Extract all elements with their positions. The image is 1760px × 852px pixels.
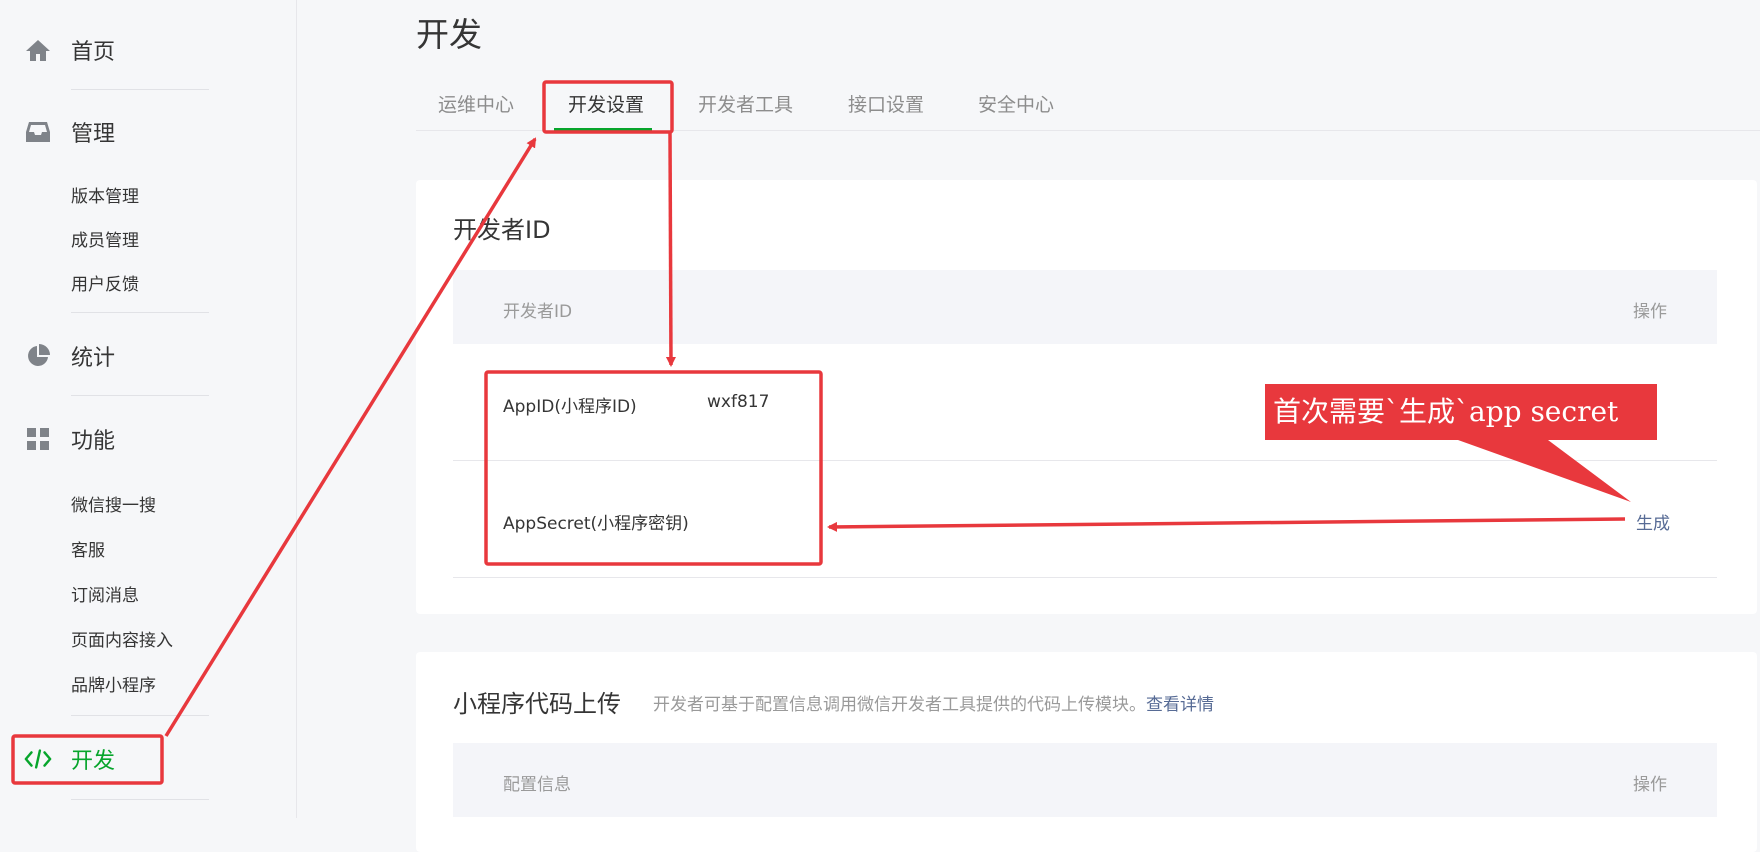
- grid-icon: [24, 425, 52, 453]
- divider: [71, 715, 209, 716]
- sidebar-item-label: 管理: [71, 122, 116, 147]
- code-icon: [24, 745, 52, 773]
- tab-dev-settings[interactable]: 开发设置: [568, 90, 644, 117]
- card-title: 开发者ID: [453, 216, 551, 244]
- row-divider: [453, 460, 1717, 461]
- sidebar-subitem-search[interactable]: 微信搜一搜: [71, 491, 156, 516]
- card-title: 小程序代码上传: [453, 690, 621, 718]
- sidebar-item-dev[interactable]: 开发: [0, 733, 296, 785]
- view-details-link[interactable]: 查看详情: [1146, 695, 1214, 715]
- tab-bar: 运维中心 开发设置 开发者工具 接口设置 安全中心: [416, 78, 1760, 131]
- sidebar-item-label: 首页: [71, 40, 116, 65]
- sidebar-subitem-members[interactable]: 成员管理: [71, 226, 139, 251]
- callout-text: 首次需要`生成`app secret: [1273, 395, 1619, 428]
- divider: [71, 312, 209, 313]
- sidebar-subitem-feedback[interactable]: 用户反馈: [71, 270, 139, 295]
- column-header-config: 配置信息: [503, 775, 571, 795]
- divider: [71, 395, 209, 396]
- appid-label: AppID(小程序ID): [503, 397, 637, 417]
- appid-value: wxf817: [707, 392, 770, 412]
- appsecret-label: AppSecret(小程序密钥): [503, 514, 689, 534]
- code-upload-card: 小程序代码上传 开发者可基于配置信息调用微信开发者工具提供的代码上传模块。查看详…: [416, 652, 1757, 852]
- sidebar-item-label: 功能: [71, 429, 116, 454]
- sidebar-subitem-page-content[interactable]: 页面内容接入: [71, 626, 173, 651]
- divider: [71, 799, 209, 800]
- table-header: 配置信息 操作: [453, 743, 1717, 817]
- sidebar-subitem-version[interactable]: 版本管理: [71, 182, 139, 207]
- sidebar-item-manage[interactable]: 管理: [0, 106, 296, 158]
- upload-description: 开发者可基于配置信息调用微信开发者工具提供的代码上传模块。查看详情: [653, 690, 1214, 715]
- divider: [71, 89, 209, 90]
- column-header-id: 开发者ID: [503, 302, 573, 322]
- tab-dev-tools[interactable]: 开发者工具: [698, 90, 793, 117]
- sidebar-item-features[interactable]: 功能: [0, 413, 296, 465]
- tab-security-center[interactable]: 安全中心: [978, 90, 1054, 117]
- sidebar-item-label: 开发: [71, 749, 116, 774]
- page-title: 开发: [416, 15, 482, 54]
- sidebar: 首页 管理 版本管理 成员管理 用户反馈 统计 功能 微信搜一搜 客服 订阅消息…: [0, 0, 297, 818]
- table-header: 开发者ID 操作: [453, 270, 1717, 344]
- sidebar-item-stats[interactable]: 统计: [0, 330, 296, 382]
- tab-ops-center[interactable]: 运维中心: [438, 90, 514, 117]
- sidebar-item-home[interactable]: 首页: [0, 24, 296, 76]
- home-icon: [24, 36, 52, 64]
- sidebar-subitem-customer-service[interactable]: 客服: [71, 536, 105, 561]
- row-divider: [453, 577, 1717, 578]
- sidebar-item-label: 统计: [71, 346, 116, 371]
- sidebar-subitem-subscribe-message[interactable]: 订阅消息: [71, 581, 139, 606]
- inbox-icon: [24, 118, 52, 146]
- tab-api-settings[interactable]: 接口设置: [848, 90, 924, 117]
- active-tab-indicator: [554, 128, 652, 131]
- generate-secret-link[interactable]: 生成: [1636, 509, 1670, 534]
- pie-chart-icon: [24, 342, 52, 370]
- column-header-action: 操作: [1633, 302, 1667, 322]
- column-header-action: 操作: [1633, 775, 1667, 795]
- upload-description-text: 开发者可基于配置信息调用微信开发者工具提供的代码上传模块。: [653, 695, 1146, 715]
- sidebar-subitem-brand[interactable]: 品牌小程序: [71, 671, 156, 696]
